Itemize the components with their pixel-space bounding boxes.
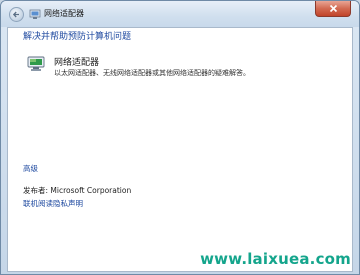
close-button[interactable] xyxy=(315,1,351,17)
page-heading: 解决并帮助预防计算机问题 xyxy=(23,32,132,42)
network-adapter-icon[interactable] xyxy=(27,56,45,72)
network-adapter-item-title[interactable]: 网络适配器 xyxy=(54,55,99,68)
privacy-statement-link[interactable]: 联机阅读隐私声明 xyxy=(23,198,83,209)
window-title: 网络适配器 xyxy=(44,9,84,18)
advanced-link[interactable]: 高级 xyxy=(23,163,38,174)
title-bar: 网络适配器 xyxy=(1,1,359,27)
publisher-text: 发布者: Microsoft Corporation xyxy=(23,186,132,195)
back-button[interactable] xyxy=(9,7,24,22)
close-icon xyxy=(329,4,338,13)
site-watermark: www.laixuea.com xyxy=(200,250,351,268)
network-adapter-item-description: 以太网适配器、无线网络适配器或其他网络适配器的疑难解答。 xyxy=(54,69,250,77)
troubleshooter-window: 网络适配器 解决并帮助预防计算机问题 网络适配器 以太网适配器、无线网络适配器或… xyxy=(0,0,360,275)
network-adapter-icon xyxy=(29,9,41,19)
back-arrow-icon xyxy=(12,11,19,18)
